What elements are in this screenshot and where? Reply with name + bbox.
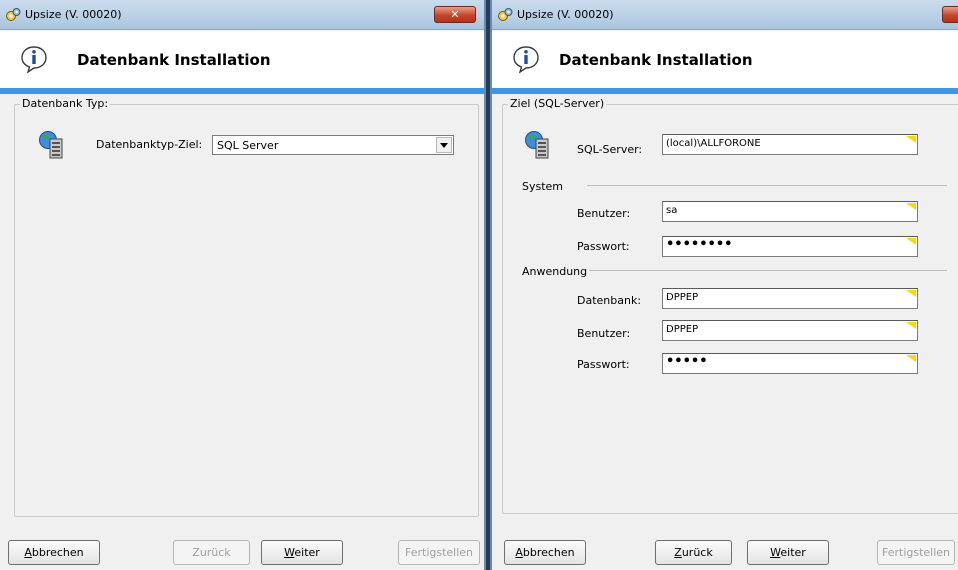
app-user-label: Benutzer: — [577, 327, 631, 340]
app-db-input[interactable]: DPPEP — [662, 288, 918, 309]
group-label: Ziel (SQL-Server) — [508, 97, 607, 110]
wizard-window-db-type: Upsize (V. 00020) ✕ Datenbank Installati… — [0, 0, 486, 570]
finish-button[interactable]: Fertigstellen — [877, 540, 955, 565]
page-title: Datenbank Installation — [77, 51, 271, 69]
window-title: Upsize (V. 00020) — [517, 8, 614, 21]
db-type-value: SQL Server — [217, 139, 279, 152]
required-corner-icon — [906, 322, 916, 329]
system-password-input[interactable]: •••••••• — [662, 236, 918, 257]
finish-button[interactable]: Fertigstellen — [398, 540, 480, 565]
db-type-label: Datenbanktyp-Ziel: — [96, 138, 203, 151]
page-title: Datenbank Installation — [559, 51, 753, 69]
wizard-header: Datenbank Installation — [0, 31, 484, 88]
cancel-button[interactable]: Abbrechen — [504, 540, 586, 565]
database-server-icon — [39, 131, 63, 159]
system-password-label: Passwort: — [577, 240, 630, 253]
title-bar[interactable]: Upsize (V. 00020) ✕ — [492, 0, 958, 30]
group-label: Datenbank Typ: — [20, 97, 111, 110]
database-server-icon — [525, 131, 549, 159]
system-user-value: sa — [666, 205, 678, 216]
app-db-label: Datenbank: — [577, 294, 642, 307]
app-password-mask: ••••• — [666, 354, 708, 369]
gears-app-icon — [6, 8, 21, 21]
wizard-window-sql-target: Upsize (V. 00020) ✕ Datenbank Installati… — [490, 0, 958, 570]
app-user-value: DPPEP — [666, 324, 699, 335]
required-corner-icon — [906, 355, 916, 362]
required-corner-icon — [906, 203, 916, 210]
system-section-label: System — [522, 180, 564, 193]
app-separator — [589, 270, 947, 271]
gears-app-icon — [498, 8, 513, 21]
cancel-button[interactable]: Abbrechen — [8, 540, 100, 565]
system-user-label: Benutzer: — [577, 207, 631, 220]
app-db-value: DPPEP — [666, 292, 699, 303]
required-corner-icon — [906, 136, 916, 143]
app-password-input[interactable]: ••••• — [662, 353, 918, 374]
close-icon: ✕ — [450, 8, 460, 21]
info-icon — [513, 46, 539, 73]
close-button[interactable]: ✕ — [942, 6, 958, 23]
app-section-label: Anwendung — [522, 265, 588, 278]
back-button[interactable]: Zurück — [173, 540, 250, 565]
header-band — [492, 88, 958, 94]
title-bar[interactable]: Upsize (V. 00020) ✕ — [0, 0, 484, 30]
wizard-header: Datenbank Installation — [492, 31, 958, 88]
app-user-input[interactable]: DPPEP — [662, 320, 918, 341]
system-separator — [587, 185, 947, 186]
required-corner-icon — [906, 290, 916, 297]
window-title: Upsize (V. 00020) — [25, 8, 122, 21]
system-password-mask: •••••••• — [666, 237, 733, 252]
group-db-type: Datenbank Typ: — [14, 97, 479, 517]
sql-server-input[interactable]: (local)\ALLFORONE — [662, 134, 918, 155]
app-password-label: Passwort: — [577, 358, 630, 371]
next-button[interactable]: Weiter — [261, 540, 343, 565]
sql-server-value: (local)\ALLFORONE — [666, 138, 761, 149]
sql-server-label: SQL-Server: — [577, 143, 643, 156]
group-sql-target: Ziel (SQL-Server) — [502, 97, 958, 514]
db-type-select[interactable]: SQL Server — [212, 135, 454, 155]
next-button[interactable]: Weiter — [747, 540, 829, 565]
close-button[interactable]: ✕ — [434, 6, 476, 23]
system-user-input[interactable]: sa — [662, 201, 918, 222]
required-corner-icon — [906, 238, 916, 245]
header-band — [0, 88, 484, 94]
back-button[interactable]: Zurück — [655, 540, 732, 565]
dropdown-arrow-icon[interactable] — [436, 137, 452, 153]
info-icon — [21, 46, 47, 73]
